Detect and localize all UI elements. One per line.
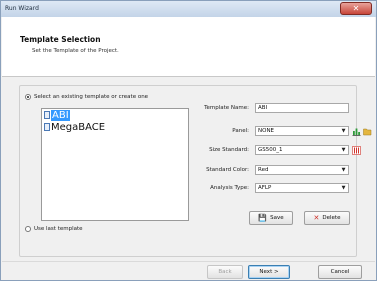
template-icon bbox=[44, 111, 50, 119]
run-wizard-window: Run Wizard ✕ Template Selection Set the … bbox=[0, 0, 377, 281]
cancel-button[interactable]: Cancel bbox=[318, 265, 362, 279]
panel-value: NONE bbox=[258, 128, 275, 134]
wizard-header: Template Selection Set the Template of t… bbox=[2, 17, 375, 77]
ladder-icon[interactable] bbox=[352, 146, 361, 155]
template-name-label: Template Name: bbox=[204, 105, 249, 111]
template-tree-item-label: ABI bbox=[51, 110, 70, 121]
back-button[interactable]: Back bbox=[207, 265, 243, 279]
page-title: Template Selection bbox=[20, 35, 101, 44]
chevron-down-icon: ▼ bbox=[341, 147, 346, 153]
size-standard-label: Size Standard: bbox=[209, 147, 249, 153]
chevron-down-icon: ▼ bbox=[341, 167, 346, 173]
use-last-template-radio[interactable] bbox=[25, 226, 31, 232]
back-button-label: Back bbox=[218, 269, 232, 275]
open-folder-icon[interactable] bbox=[363, 127, 372, 136]
template-name-input[interactable]: ABI bbox=[255, 103, 349, 113]
close-button[interactable]: ✕ bbox=[340, 2, 372, 15]
template-tree-item-label: MegaBACE bbox=[51, 122, 106, 133]
red-x-icon: ✕ bbox=[313, 214, 320, 222]
delete-button[interactable]: ✕ Delete bbox=[304, 211, 350, 225]
panel-label: Panel: bbox=[232, 128, 249, 134]
standard-color-value: Red bbox=[258, 167, 269, 173]
select-existing-label[interactable]: Select an existing template or create on… bbox=[34, 94, 148, 100]
template-tree[interactable]: ABI MegaBACE bbox=[41, 108, 189, 221]
page-subtitle: Set the Template of the Project. bbox=[32, 48, 119, 54]
use-last-template-label[interactable]: Use last template bbox=[34, 226, 83, 232]
next-button[interactable]: Next > bbox=[248, 265, 290, 279]
floppy-disk-icon: 💾 bbox=[258, 214, 268, 222]
template-tree-item-abi[interactable]: ABI bbox=[44, 110, 70, 122]
select-existing-radio[interactable] bbox=[25, 94, 31, 100]
bar-chart-icon[interactable] bbox=[352, 127, 361, 136]
title-bar[interactable]: Run Wizard ✕ bbox=[1, 1, 376, 17]
analysis-type-select[interactable]: AFLP ▼ bbox=[255, 183, 349, 193]
template-tree-item-megabace[interactable]: MegaBACE bbox=[44, 122, 105, 134]
next-button-label: Next > bbox=[259, 269, 279, 275]
standard-color-select[interactable]: Red ▼ bbox=[255, 165, 349, 175]
panel-select[interactable]: NONE ▼ bbox=[255, 126, 349, 136]
save-button[interactable]: 💾 Save bbox=[249, 211, 293, 225]
window-title: Run Wizard bbox=[5, 5, 39, 12]
size-standard-value: GS500_1 bbox=[258, 147, 283, 153]
chevron-down-icon: ▼ bbox=[341, 185, 346, 191]
footer-divider bbox=[2, 261, 375, 262]
standard-color-label: Standard Color: bbox=[206, 167, 249, 173]
template-icon bbox=[44, 123, 50, 131]
save-button-label: Save bbox=[270, 215, 284, 221]
size-standard-select[interactable]: GS500_1 ▼ bbox=[255, 145, 349, 155]
close-icon: ✕ bbox=[352, 4, 360, 13]
cancel-button-label: Cancel bbox=[330, 269, 350, 275]
analysis-type-label: Analysis Type: bbox=[210, 185, 249, 191]
chevron-down-icon: ▼ bbox=[341, 128, 346, 134]
template-name-value: ABI bbox=[258, 105, 268, 111]
analysis-type-value: AFLP bbox=[258, 185, 272, 191]
delete-button-label: Delete bbox=[322, 215, 341, 221]
